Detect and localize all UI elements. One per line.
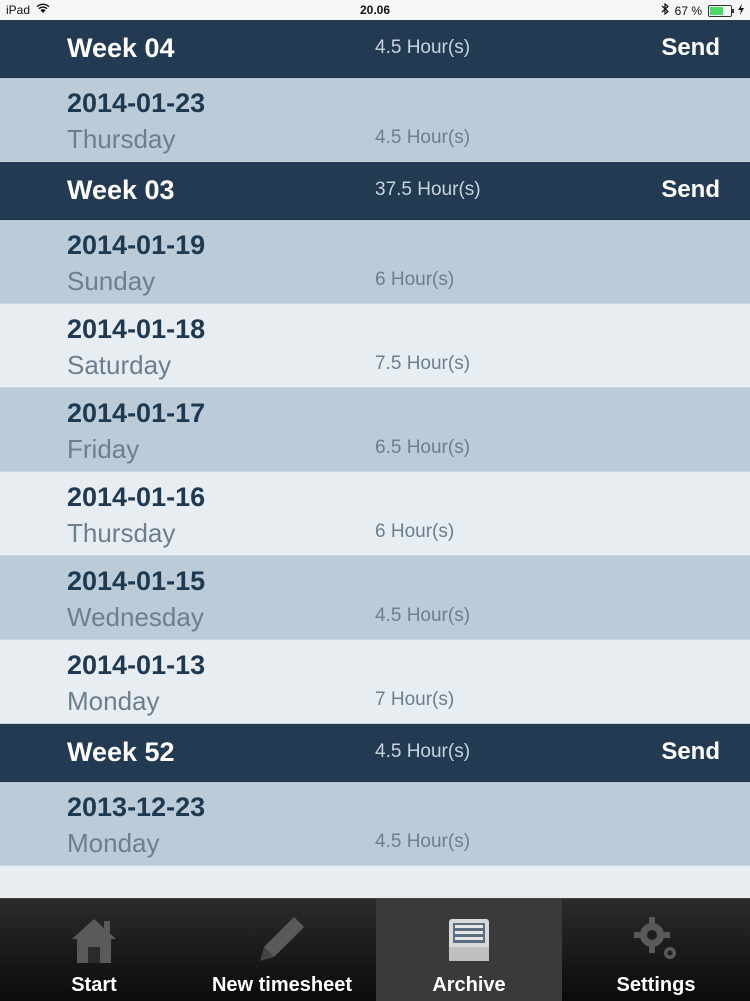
day-weekday: Wednesday xyxy=(67,602,204,632)
day-row[interactable]: 2014-01-17 Friday 6.5 Hour(s) xyxy=(0,388,750,472)
day-date: 2014-01-16 xyxy=(67,482,206,512)
week-header: Week 04 4.5 Hour(s) Send xyxy=(0,20,750,78)
day-row[interactable]: 2014-01-19 Sunday 6 Hour(s) xyxy=(0,220,750,304)
day-weekday: Sunday xyxy=(67,266,156,296)
day-row[interactable]: 2014-01-13 Monday 7 Hour(s) xyxy=(0,640,750,724)
tab-label: New timesheet xyxy=(211,974,353,996)
week-total-hours: 37.5 Hour(s) xyxy=(375,179,481,200)
status-time: 20.06 xyxy=(359,3,391,17)
tab-settings[interactable]: Settings xyxy=(562,899,750,1001)
battery-fill xyxy=(710,6,724,15)
day-weekday: Thursday xyxy=(67,124,176,154)
archive-tray-icon xyxy=(441,911,497,972)
battery-icon xyxy=(708,4,734,17)
day-weekday: Friday xyxy=(67,434,140,464)
tab-label: Start xyxy=(71,974,117,996)
send-button[interactable]: Send xyxy=(661,34,720,62)
day-hours: 7.5 Hour(s) xyxy=(375,353,471,374)
week-total-hours: 4.5 Hour(s) xyxy=(375,741,471,762)
week-header: Week 52 4.5 Hour(s) Send xyxy=(0,724,750,782)
bluetooth-icon xyxy=(661,2,669,18)
day-date: 2014-01-23 xyxy=(67,88,206,118)
week-label: Week 52 xyxy=(67,737,175,767)
charging-icon xyxy=(738,3,744,18)
week-header: Week 03 37.5 Hour(s) Send xyxy=(0,162,750,220)
tab-bar: Start New timesheet Archive Settings xyxy=(0,898,750,1001)
day-date: 2014-01-17 xyxy=(67,398,206,428)
battery-percent: 67 % xyxy=(674,3,702,18)
day-date: 2014-01-15 xyxy=(67,566,206,596)
day-hours: 6.5 Hour(s) xyxy=(375,437,471,458)
gears-icon xyxy=(628,911,684,972)
day-date: 2014-01-13 xyxy=(67,650,206,680)
day-row[interactable]: 2013-12-23 Monday 4.5 Hour(s) xyxy=(0,782,750,866)
home-icon xyxy=(66,911,122,972)
tab-archive[interactable]: Archive xyxy=(376,899,562,1001)
tab-new-timesheet[interactable]: New timesheet xyxy=(188,899,376,1001)
day-date: 2014-01-18 xyxy=(67,314,206,344)
day-hours: 4.5 Hour(s) xyxy=(375,127,471,148)
day-hours: 6 Hour(s) xyxy=(375,521,455,542)
day-weekday: Monday xyxy=(67,686,160,716)
day-hours: 4.5 Hour(s) xyxy=(375,831,471,852)
day-date: 2013-12-23 xyxy=(67,792,206,822)
day-hours: 7 Hour(s) xyxy=(375,689,455,710)
day-row[interactable]: 2014-01-23 Thursday 4.5 Hour(s) xyxy=(0,78,750,162)
week-total-hours: 4.5 Hour(s) xyxy=(375,37,471,58)
timesheet-archive-list[interactable]: Week 04 4.5 Hour(s) Send 2014-01-23 Thur… xyxy=(0,20,750,866)
tab-label: Archive xyxy=(432,974,506,996)
day-hours: 4.5 Hour(s) xyxy=(375,605,471,626)
day-hours: 6 Hour(s) xyxy=(375,269,455,290)
week-label: Week 03 xyxy=(67,175,175,205)
day-row[interactable]: 2014-01-16 Thursday 6 Hour(s) xyxy=(0,472,750,556)
day-weekday: Saturday xyxy=(67,350,172,380)
day-date: 2014-01-19 xyxy=(67,230,206,260)
week-label: Week 04 xyxy=(67,33,175,63)
tab-label: Settings xyxy=(616,974,696,996)
day-weekday: Monday xyxy=(67,828,160,858)
send-button[interactable]: Send xyxy=(661,176,720,204)
day-row[interactable]: 2014-01-18 Saturday 7.5 Hour(s) xyxy=(0,304,750,388)
day-row[interactable]: 2014-01-15 Wednesday 4.5 Hour(s) xyxy=(0,556,750,640)
day-weekday: Thursday xyxy=(67,518,176,548)
tab-start[interactable]: Start xyxy=(0,899,188,1001)
pencil-icon xyxy=(254,911,310,972)
status-bar: iPad 20.06 67 % xyxy=(0,0,750,20)
send-button[interactable]: Send xyxy=(661,738,720,766)
